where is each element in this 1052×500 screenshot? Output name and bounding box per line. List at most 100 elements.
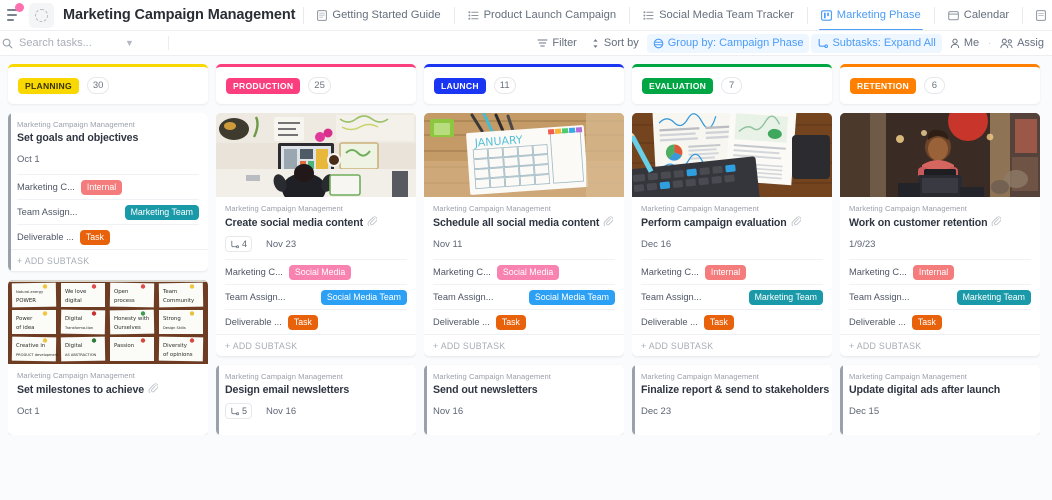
column-card-list: Marketing Campaign Management Work on cus… <box>840 113 1040 435</box>
column-header[interactable]: RETENTION 6 <box>840 64 1040 104</box>
custom-field-row[interactable]: Marketing C... Internal <box>17 174 199 199</box>
custom-field-row[interactable]: Deliverable ... Task <box>17 224 199 249</box>
sort-by-button[interactable]: Sort by <box>585 34 645 53</box>
filter-icon <box>537 39 548 47</box>
custom-field-row[interactable]: Deliverable ... Task <box>849 309 1031 334</box>
add-subtask-button[interactable]: + ADD SUBTASK <box>632 334 832 356</box>
card-body: Marketing Campaign Management Create soci… <box>216 197 416 356</box>
task-card[interactable]: Marketing Campaign Management Design emai… <box>216 365 416 435</box>
custom-field-tag: Task <box>495 314 526 330</box>
search-input[interactable] <box>19 37 119 49</box>
tool-label: Filter <box>552 37 577 49</box>
custom-field-row[interactable]: Team Assign... Social Media Team <box>225 284 407 309</box>
card-body: Marketing Campaign Management Work on cus… <box>840 197 1040 356</box>
card-title-row[interactable]: Perform campaign evaluation <box>641 216 823 229</box>
tab-social-media-team-tracker[interactable]: Social Media Team Tracker <box>638 0 799 30</box>
custom-field-row[interactable]: Marketing C... Internal <box>641 259 823 284</box>
card-meta-row: Oct 1 <box>17 403 199 419</box>
task-card[interactable]: Marketing Campaign Management Create soci… <box>216 113 416 356</box>
due-date[interactable]: Nov 11 <box>433 239 462 250</box>
divider <box>168 36 169 50</box>
custom-field-label: Marketing C... <box>433 267 491 277</box>
due-date[interactable]: Oct 1 <box>17 154 40 165</box>
custom-field-label: Team Assign... <box>433 292 494 302</box>
group-by-button[interactable]: Group by: Campaign Phase <box>646 33 810 53</box>
custom-field-row[interactable]: Team Assign... Marketing Team <box>17 199 199 224</box>
search-box[interactable]: ▼ <box>0 37 160 49</box>
custom-field-row[interactable]: Marketing C... Social Media <box>225 259 407 284</box>
card-title-row[interactable]: Finalize report & send to stakeholders <box>641 384 829 396</box>
add-subtask-button[interactable]: + ADD SUBTASK <box>840 334 1040 356</box>
due-date[interactable]: Dec 15 <box>849 406 879 417</box>
kanban-board: PLANNING 30 Marketing Campaign Management S… <box>0 56 1052 500</box>
custom-field-tag: Social Media <box>496 264 560 280</box>
menu-toggle-button[interactable] <box>0 0 26 30</box>
task-card[interactable]: Marketing Campaign Management Set goals a… <box>8 113 208 271</box>
chevron-down-icon[interactable]: ▼ <box>125 38 134 48</box>
tab-getting-started-guide[interactable]: Getting Started Guide <box>312 0 445 30</box>
custom-field-row[interactable]: Deliverable ... Task <box>641 309 823 334</box>
task-card[interactable]: Marketing Campaign Management Send out ne… <box>424 365 624 435</box>
custom-field-row[interactable]: Deliverable ... Task <box>225 309 407 334</box>
tab-ref[interactable]: Ref <box>1031 0 1052 30</box>
add-subtask-button[interactable]: + ADD SUBTASK <box>8 249 208 271</box>
svg-text:Creative in: Creative in <box>16 343 45 349</box>
subtasks-button[interactable]: Subtasks: Expand All <box>811 33 942 53</box>
card-title-row[interactable]: Design email newsletters <box>225 384 407 396</box>
due-date[interactable]: Nov 16 <box>266 406 296 417</box>
column-header[interactable]: PLANNING 30 <box>8 64 208 104</box>
doc-icon <box>317 9 328 21</box>
custom-field-label: Deliverable ... <box>641 317 698 327</box>
task-card[interactable]: Natural-energy POWER We love digital Ope… <box>8 280 208 435</box>
due-date[interactable]: Dec 23 <box>641 406 671 417</box>
add-subtask-button[interactable]: + ADD SUBTASK <box>216 334 416 356</box>
task-card[interactable]: JANUARY Marketing Campaign Management Sc… <box>424 113 624 356</box>
card-title-row[interactable]: Create social media content <box>225 216 407 229</box>
card-body: Marketing Campaign Management Design emai… <box>216 365 416 435</box>
me-filter-button[interactable]: Me <box>944 34 985 53</box>
card-title-row[interactable]: Set milestones to achieve <box>17 383 199 396</box>
custom-field-tag: Task <box>703 314 734 330</box>
card-title-row[interactable]: Update digital ads after launch <box>849 384 1031 396</box>
tab-label: Marketing Phase <box>836 9 921 21</box>
subtask-count: 5 <box>242 406 248 416</box>
svg-text:Natural-energy: Natural-energy <box>16 290 44 294</box>
svg-text:Ourselves: Ourselves <box>114 325 141 331</box>
workspace-avatar-icon[interactable] <box>29 2 54 28</box>
custom-field-row[interactable]: Deliverable ... Task <box>433 309 615 334</box>
subtask-count-chip[interactable]: 5 <box>225 403 253 419</box>
filter-button[interactable]: Filter <box>531 34 582 53</box>
column-header[interactable]: LAUNCH 11 <box>424 64 624 104</box>
column-header[interactable]: EVALUATION 7 <box>632 64 832 104</box>
tab-label: Product Launch Campaign <box>483 9 617 21</box>
task-count: 30 <box>86 77 110 94</box>
due-date[interactable]: Nov 16 <box>433 406 463 417</box>
custom-field-row[interactable]: Marketing C... Internal <box>849 259 1031 284</box>
breadcrumb: Marketing Campaign Management <box>17 371 135 380</box>
list-icon <box>643 10 654 20</box>
task-card[interactable]: Marketing Campaign Management Finalize re… <box>632 365 832 435</box>
card-title-row[interactable]: Schedule all social media content <box>433 216 615 229</box>
tab-product-launch-campaign[interactable]: Product Launch Campaign <box>463 0 621 30</box>
tab-calendar[interactable]: Calendar <box>943 0 1014 30</box>
card-title-row[interactable]: Set goals and objectives <box>17 132 199 144</box>
custom-field-row[interactable]: Team Assign... Marketing Team <box>849 284 1031 309</box>
custom-field-row[interactable]: Team Assign... Marketing Team <box>641 284 823 309</box>
task-card[interactable]: Marketing Campaign Management Perform cam… <box>632 113 832 356</box>
subtask-count-chip[interactable]: 4 <box>225 236 253 252</box>
card-title-row[interactable]: Send out newsletters <box>433 384 615 396</box>
due-date[interactable]: Oct 1 <box>17 406 40 417</box>
due-date[interactable]: Dec 16 <box>641 239 671 250</box>
tab-marketing-phase[interactable]: Marketing Phase <box>816 0 926 30</box>
custom-field-row[interactable]: Team Assign... Social Media Team <box>433 284 615 309</box>
assignees-filter-button[interactable]: Assig <box>994 34 1050 53</box>
task-card[interactable]: Marketing Campaign Management Work on cus… <box>840 113 1040 356</box>
task-card[interactable]: Marketing Campaign Management Update digi… <box>840 365 1040 435</box>
card-title-row[interactable]: Work on customer retention <box>849 216 1031 229</box>
due-date[interactable]: 1/9/23 <box>849 239 875 250</box>
add-subtask-button[interactable]: + ADD SUBTASK <box>424 334 624 356</box>
custom-field-row[interactable]: Marketing C... Social Media <box>433 259 615 284</box>
column-header[interactable]: PRODUCTION 25 <box>216 64 416 104</box>
tool-label: Sort by <box>603 37 639 49</box>
due-date[interactable]: Nov 23 <box>266 239 296 250</box>
